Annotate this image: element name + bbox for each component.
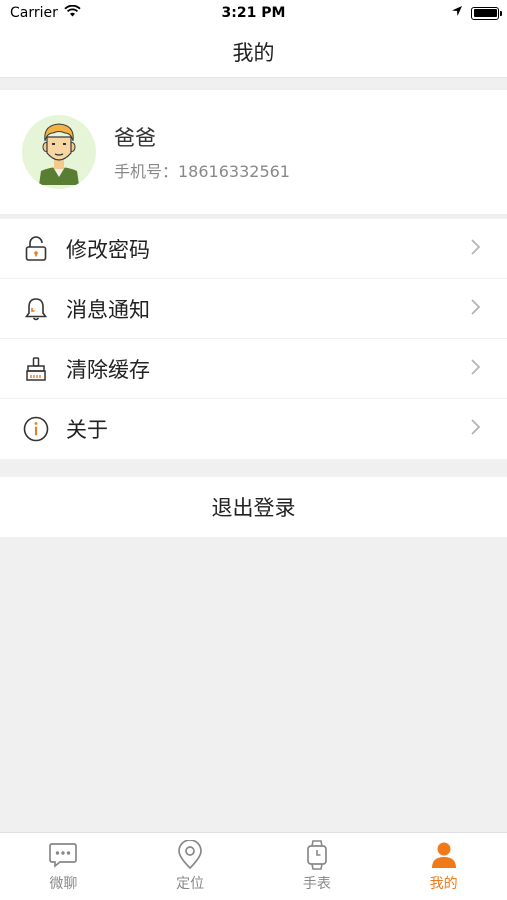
profile-phone: 手机号：18616332561	[114, 162, 290, 181]
battery-icon	[471, 6, 502, 20]
menu-item-clear-cache[interactable]: 清除缓存	[0, 339, 507, 399]
location-icon	[175, 840, 205, 870]
tab-label: 手表	[302, 876, 331, 892]
page-title: 我的	[232, 40, 275, 65]
tab-mine[interactable]: 我的	[380, 833, 507, 900]
logout-label: 退出登录	[211, 496, 296, 520]
avatar-man-icon	[39, 123, 79, 185]
chevron-right-icon	[469, 237, 483, 261]
settings-menu: 修改密码 消息通知 清除缓存 关于	[0, 219, 507, 459]
info-icon	[22, 415, 50, 443]
carrier-label: Carrier	[10, 5, 58, 21]
tab-location[interactable]: 定位	[127, 833, 254, 900]
lock-icon	[22, 235, 50, 263]
tab-watch[interactable]: 手表	[254, 833, 381, 900]
nav-bar: 我的	[0, 26, 507, 78]
menu-item-notifications[interactable]: 消息通知	[0, 279, 507, 339]
logout-button[interactable]: 退出登录	[0, 477, 507, 537]
avatar[interactable]	[22, 115, 96, 189]
menu-item-about[interactable]: 关于	[0, 399, 507, 459]
tab-chat[interactable]: 微聊	[0, 833, 127, 900]
menu-item-label: 清除缓存	[66, 357, 150, 382]
profile-name: 爸爸	[114, 126, 156, 150]
tab-label: 定位	[176, 876, 205, 892]
tab-label: 我的	[429, 876, 458, 892]
tab-bar: 微聊 定位 手表 我的	[0, 832, 507, 900]
chat-icon	[48, 840, 78, 870]
menu-item-change-password[interactable]: 修改密码	[0, 219, 507, 279]
menu-item-label: 关于	[66, 418, 108, 442]
person-icon	[429, 840, 459, 870]
broom-icon	[22, 355, 50, 383]
watch-icon	[302, 840, 332, 870]
menu-item-label: 修改密码	[66, 237, 150, 262]
profile-card[interactable]: 爸爸 手机号：18616332561	[0, 90, 507, 214]
chevron-right-icon	[469, 417, 483, 441]
menu-item-label: 消息通知	[66, 297, 150, 322]
location-arrow-icon	[451, 5, 463, 21]
chevron-right-icon	[469, 297, 483, 321]
status-bar: Carrier 3:21 PM	[0, 0, 507, 26]
bell-icon	[22, 295, 50, 323]
wifi-icon	[64, 4, 81, 21]
chevron-right-icon	[469, 357, 483, 381]
tab-label: 微聊	[49, 876, 78, 892]
